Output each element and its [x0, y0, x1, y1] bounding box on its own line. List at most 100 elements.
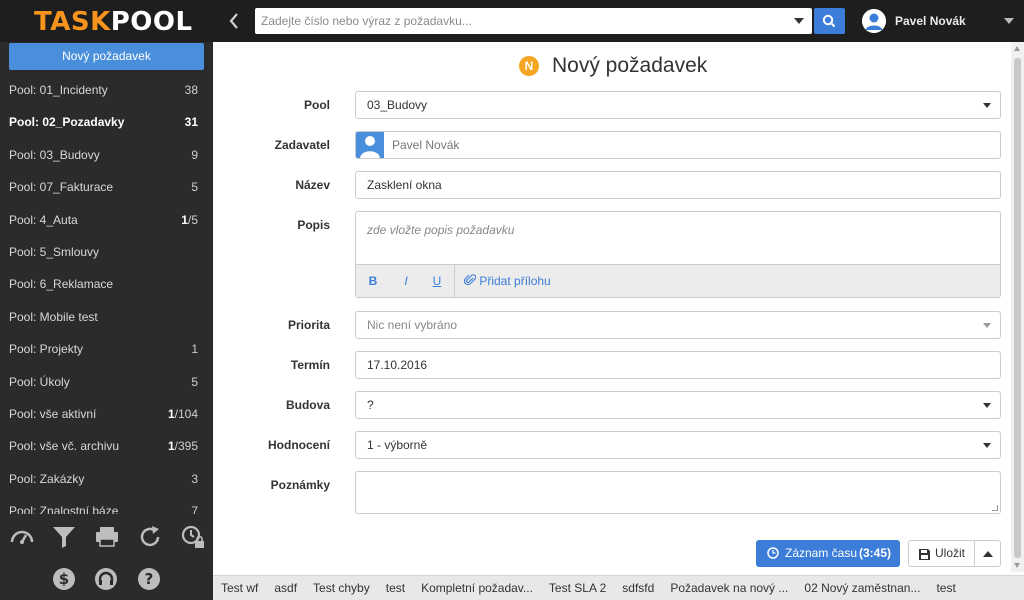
- zadavatel-label: Zadavatel: [274, 138, 330, 152]
- vertical-scrollbar[interactable]: [1011, 42, 1024, 572]
- sidebar-item-pool[interactable]: Pool: vše aktivní 1/104: [0, 398, 213, 430]
- notes-textarea[interactable]: [355, 471, 1001, 514]
- search-icon: [822, 14, 836, 28]
- sidebar-item-label: Pool: Projekty: [9, 342, 84, 357]
- filter-icon[interactable]: [51, 524, 77, 550]
- recent-tab[interactable]: Test wf: [213, 576, 266, 600]
- scrollbar-thumb[interactable]: [1014, 58, 1021, 558]
- sidebar-item-pool[interactable]: Pool: Úkoly 5: [0, 366, 213, 398]
- floppy-disk-icon: [919, 549, 930, 560]
- pool-count: 1/5: [181, 212, 198, 227]
- sidebar-item-pool[interactable]: Pool: 6_Reklamace: [0, 268, 213, 300]
- svg-text:?: ?: [145, 570, 154, 588]
- new-status-badge: N: [519, 56, 539, 76]
- pool-list: Pool: 01_Incidenty 38 Pool: 02_Pozadavky 3…: [0, 74, 213, 514]
- history-lock-icon[interactable]: [179, 523, 205, 549]
- pool-label: Pool: [304, 98, 330, 112]
- add-attachment-label: Přidat přílohu: [479, 274, 551, 288]
- scroll-up-arrow-icon[interactable]: [1014, 46, 1020, 51]
- pool-count: 9: [191, 147, 198, 162]
- recent-tab[interactable]: Test SLA 2: [541, 576, 614, 600]
- pool-count: 7: [191, 504, 198, 514]
- bold-button[interactable]: B: [357, 265, 389, 298]
- sidebar-item-pool[interactable]: Pool: Mobile test: [0, 301, 213, 333]
- recent-requests-tabs: Test wf asdf Test chyby test Kompletní požad…: [213, 575, 1024, 600]
- new-request-button[interactable]: Nový požadavek: [9, 43, 204, 70]
- recent-tab[interactable]: asdf: [266, 576, 305, 600]
- building-select[interactable]: ?: [355, 391, 1001, 419]
- save-button[interactable]: Uložit: [908, 540, 975, 567]
- recent-tab[interactable]: Test chyby: [305, 576, 378, 600]
- user-menu-caret-icon[interactable]: [1004, 18, 1014, 24]
- pool-count: 1: [191, 342, 198, 357]
- popis-label: Popis: [297, 218, 330, 232]
- user-icon: [360, 136, 380, 158]
- sidebar-item-label: Pool: 02_Pozadavky: [9, 115, 125, 130]
- chevron-down-icon: [983, 443, 991, 448]
- sidebar-item-pool[interactable]: Pool: 03_Budovy 9: [0, 139, 213, 171]
- clock-icon: [767, 547, 779, 559]
- underline-button[interactable]: U: [421, 265, 453, 298]
- due-date-input[interactable]: 17.10.2016: [355, 351, 1001, 379]
- pool-count: 1/104: [167, 406, 198, 421]
- sidebar-item-pool[interactable]: Pool: Znalostní báze 7: [0, 495, 213, 514]
- help-icon[interactable]: ?: [137, 567, 163, 593]
- sidebar-item-pool[interactable]: Pool: vše vč. archivu 1/395: [0, 430, 213, 462]
- search-input[interactable]: [255, 8, 785, 34]
- pool-count: 1/395: [167, 439, 198, 454]
- recent-tab[interactable]: test: [928, 576, 963, 600]
- search-button[interactable]: [814, 8, 845, 34]
- dollar-icon[interactable]: $: [52, 567, 78, 593]
- pool-select[interactable]: 03_Budovy: [355, 91, 1001, 119]
- sidebar-item-pool-active[interactable]: Pool: 02_Pozadavky 31: [0, 106, 213, 138]
- building-select-value: ?: [367, 398, 374, 412]
- print-icon[interactable]: [94, 524, 120, 550]
- recent-tab[interactable]: 02 Nový zaměstnan...: [796, 576, 928, 600]
- title-input[interactable]: Zasklení okna: [355, 171, 1001, 199]
- sidebar-item-pool[interactable]: Pool: 4_Auta 1/5: [0, 204, 213, 236]
- rating-select[interactable]: 1 - výborně: [355, 431, 1001, 459]
- rating-select-value: 1 - výborně: [367, 438, 428, 452]
- back-button[interactable]: [222, 8, 246, 34]
- recent-tab[interactable]: sdfsfd: [614, 576, 662, 600]
- recent-tab[interactable]: Požadavek na nový ...: [662, 576, 796, 600]
- save-options-button[interactable]: [974, 540, 1001, 567]
- app-logo[interactable]: TASKPOOL: [34, 8, 193, 36]
- support-headset-icon[interactable]: [94, 567, 120, 593]
- sidebar-item-pool[interactable]: Pool: Zakázky 3: [0, 463, 213, 495]
- refresh-icon[interactable]: [137, 524, 163, 550]
- scroll-down-arrow-icon[interactable]: [1014, 563, 1020, 568]
- user-name[interactable]: Pavel Novák: [895, 14, 966, 28]
- pool-count: 38: [184, 83, 198, 97]
- requester-avatar: [356, 132, 384, 158]
- italic-button[interactable]: I: [390, 265, 422, 298]
- add-attachment-button[interactable]: Přidat přílohu: [463, 265, 551, 298]
- sidebar-item-pool[interactable]: Pool: Projekty 1: [0, 333, 213, 365]
- time-record-button[interactable]: Záznam času (3:45): [756, 540, 900, 567]
- pool-count: 5: [191, 374, 198, 389]
- sidebar-item-label: Pool: 5_Smlouvy: [9, 244, 100, 259]
- sidebar-item-pool[interactable]: Pool: 07_Fakturace 5: [0, 171, 213, 203]
- dashboard-gauge-icon[interactable]: [9, 524, 35, 550]
- sidebar-item-label: Pool: vše vč. archivu: [9, 439, 120, 454]
- recent-tab[interactable]: Kompletní požadav...: [413, 576, 541, 600]
- priority-select[interactable]: Nic není vybráno: [355, 311, 1001, 339]
- user-avatar[interactable]: [862, 9, 886, 33]
- sidebar-item-pool[interactable]: Pool: 01_Incidenty 38: [0, 74, 213, 106]
- pool-count: 3: [191, 471, 198, 486]
- sidebar-item-label: Pool: 6_Reklamace: [9, 277, 114, 292]
- sidebar-item-label: Pool: Mobile test: [9, 309, 98, 324]
- recent-tab[interactable]: test: [378, 576, 413, 600]
- description-editor[interactable]: zde vložte popis požadavku B I U Přidat …: [355, 211, 1001, 298]
- sidebar-item-label: Pool: Zakázky: [9, 471, 85, 486]
- sidebar-item-label: Pool: 07_Fakturace: [9, 180, 114, 195]
- logo-pool: POOL: [110, 7, 193, 37]
- chevron-down-icon: [983, 323, 991, 328]
- sidebar-item-label: Pool: Znalostní báze: [9, 504, 119, 514]
- save-button-label: Uložit: [935, 546, 966, 560]
- search-dropdown-caret-icon[interactable]: [794, 18, 804, 24]
- termin-label: Termín: [290, 358, 330, 372]
- resize-handle[interactable]: [992, 505, 998, 511]
- requester-field[interactable]: Pavel Novák: [355, 131, 1001, 159]
- sidebar-item-pool[interactable]: Pool: 5_Smlouvy: [0, 236, 213, 268]
